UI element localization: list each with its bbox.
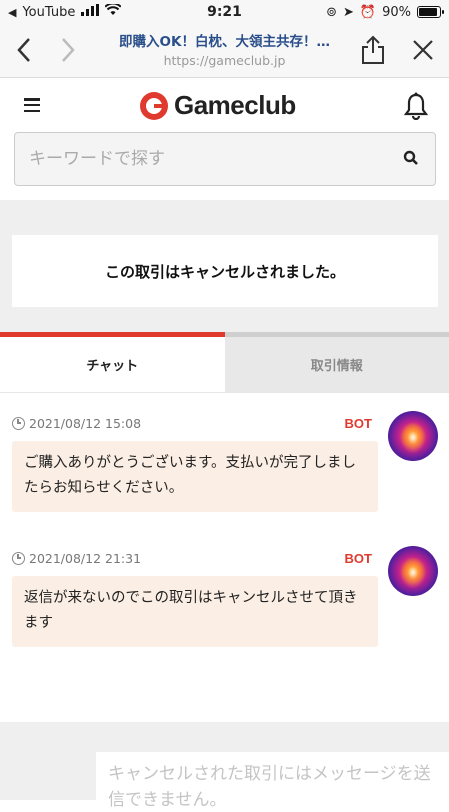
browser-toolbar: 即購入OK！白枕、大領主共存！… https://gameclub.jp [0, 24, 449, 78]
page-url: https://gameclub.jp [96, 53, 353, 68]
chat-message: 2021/08/12 15:08 BOT ご購入ありがとうございます。支払いが完… [12, 413, 438, 512]
gameclub-logo[interactable]: Gameclub [140, 90, 296, 121]
back-app-label: YouTube [22, 5, 75, 20]
timestamp-text: 2021/08/12 21:31 [29, 551, 141, 566]
share-button[interactable] [355, 32, 391, 68]
cancel-notice: この取引はキャンセルされました。 [12, 235, 438, 307]
message-timestamp: 2021/08/12 21:31 [12, 551, 141, 566]
notice-section: この取引はキャンセルされました。 [0, 200, 449, 332]
notification-bell-icon[interactable] [403, 92, 429, 120]
share-icon [361, 35, 385, 65]
tab-transaction-info[interactable]: 取引情報 [225, 332, 449, 392]
tab-bar: チャット 取引情報 [0, 332, 449, 392]
chat-message: 2021/08/12 21:31 BOT 返信が来ないのでこの取引はキャンセルさ… [12, 548, 438, 647]
clock-icon [12, 552, 25, 565]
forward-button[interactable] [50, 32, 86, 68]
avatar[interactable] [388, 411, 438, 461]
close-icon [412, 39, 434, 61]
back-to-app[interactable]: ◀ YouTube [8, 4, 121, 20]
sender-label: BOT [345, 551, 372, 566]
location-icon: ➤ [343, 5, 354, 20]
close-button[interactable] [405, 32, 441, 68]
search-icon[interactable] [403, 150, 421, 168]
app-header: Gameclub [0, 78, 449, 200]
clock-icon [12, 417, 25, 430]
disabled-message-input: キャンセルされた取引にはメッセージを送信できません。 [96, 752, 449, 812]
message-bubble: ご購入ありがとうございます。支払いが完了しましたらお知らせください。 [12, 441, 378, 512]
chevron-right-icon [60, 37, 76, 63]
timestamp-text: 2021/08/12 15:08 [29, 416, 141, 431]
signal-icon [81, 4, 99, 20]
page-title: 即購入OK！白枕、大領主共存！… [96, 30, 353, 50]
address-bar[interactable]: 即購入OK！白枕、大領主共存！… https://gameclub.jp [96, 30, 353, 68]
wifi-icon [105, 4, 121, 20]
menu-icon[interactable] [24, 98, 40, 112]
avatar[interactable] [388, 546, 438, 596]
search-box [14, 132, 436, 186]
battery-icon [417, 6, 441, 18]
search-input[interactable] [29, 149, 403, 169]
tab-chat[interactable]: チャット [0, 332, 225, 392]
back-button[interactable] [6, 32, 42, 68]
message-composer: キャンセルされた取引にはメッセージを送信できません。 [0, 722, 449, 800]
sender-label: BOT [345, 416, 372, 431]
chat-area: 2021/08/12 15:08 BOT ご購入ありがとうございます。支払いが完… [0, 392, 449, 722]
logo-mark-icon [140, 92, 168, 120]
battery-percent: 90% [382, 5, 411, 20]
alarm-icon: ⏰ [360, 5, 376, 20]
chevron-left-icon [16, 37, 32, 63]
back-arrow-icon: ◀ [8, 6, 16, 19]
message-bubble: 返信が来ないのでこの取引はキャンセルさせて頂きます [12, 576, 378, 647]
message-timestamp: 2021/08/12 15:08 [12, 416, 141, 431]
logo-text: Gameclub [174, 90, 296, 121]
rotation-lock-icon: ⊚ [326, 5, 337, 20]
status-bar: ◀ YouTube 9:21 ⊚ ➤ ⏰ 90% [0, 0, 449, 24]
